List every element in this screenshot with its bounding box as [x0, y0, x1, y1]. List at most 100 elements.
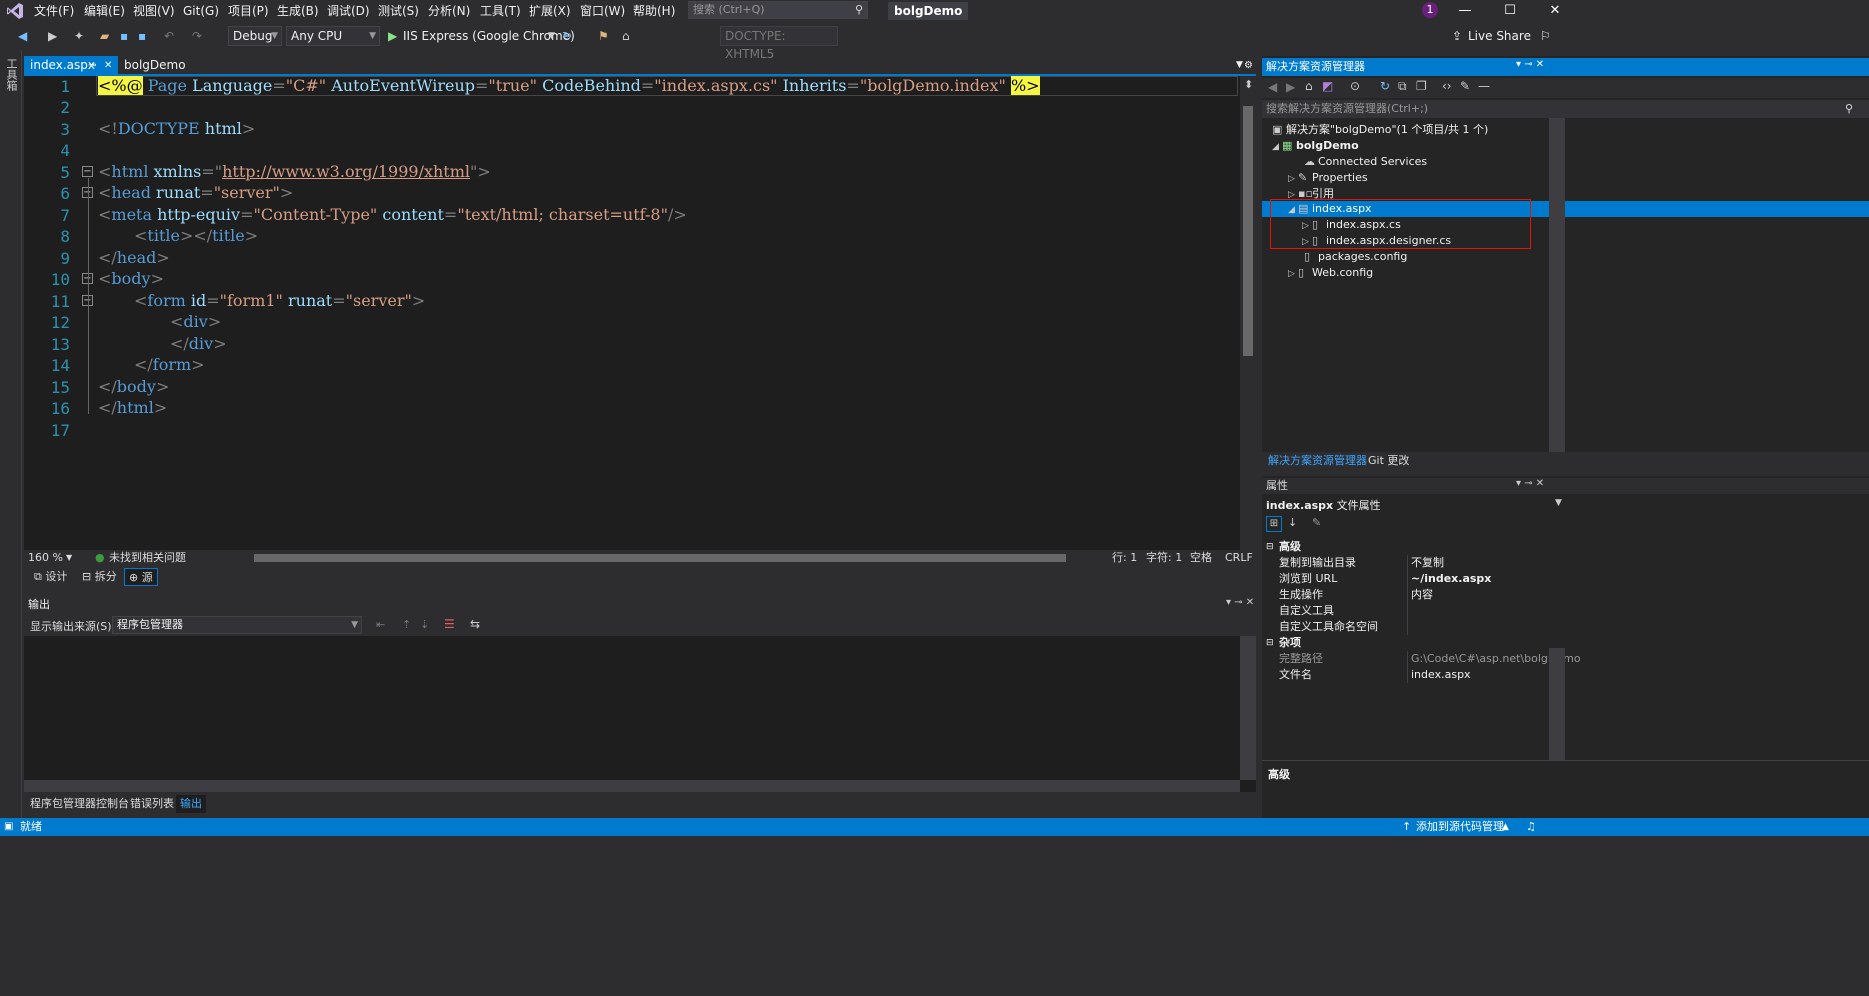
- menu-file[interactable]: 文件(F): [34, 0, 74, 22]
- pin-icon[interactable]: ⊸: [88, 56, 96, 75]
- pin-icon[interactable]: ▾ ⊸ ✕: [1516, 59, 1544, 70]
- tab-project-bolgdemo[interactable]: bolgDemo: [118, 56, 192, 75]
- tab-package-manager-console[interactable]: 程序包管理器控制台: [26, 795, 133, 813]
- split-view-button[interactable]: ⊟ 拆分: [78, 568, 121, 586]
- chevron-down-icon[interactable]: ▼: [1555, 498, 1562, 508]
- scroll-thumb[interactable]: [1243, 106, 1253, 356]
- gear-icon[interactable]: ⚙: [1244, 56, 1253, 75]
- tree-item-index-aspx-cs[interactable]: ▷ ▯ index.aspx.cs: [1262, 217, 1401, 233]
- pin-icon[interactable]: ▾ ⊸ ✕: [1516, 478, 1544, 489]
- property-row[interactable]: 自定义工具命名空间: [1262, 619, 1869, 635]
- refresh-icon[interactable]: ↻: [1380, 79, 1390, 93]
- start-debug-icon[interactable]: ▶: [388, 26, 397, 46]
- menu-git[interactable]: Git(G): [183, 0, 219, 22]
- close-icon[interactable]: ✕: [1535, 0, 1575, 22]
- menu-extensions[interactable]: 扩展(X): [529, 0, 571, 22]
- tree-item-connected-services[interactable]: ☁ Connected Services: [1262, 154, 1427, 170]
- tree-item-index-aspx-designer-cs[interactable]: ▷ ▯ index.aspx.designer.cs: [1262, 233, 1451, 249]
- add-to-source-control-button[interactable]: 添加到源代码管理: [1416, 818, 1504, 836]
- global-search-input[interactable]: 搜索 (Ctrl+Q) ⚲: [688, 1, 868, 19]
- preview-icon[interactable]: —: [1478, 79, 1490, 93]
- menu-analyze[interactable]: 分析(N): [428, 0, 470, 22]
- home-icon[interactable]: ⌂: [1305, 79, 1313, 93]
- collapse-all-icon[interactable]: ⧉: [1398, 79, 1407, 94]
- back-icon[interactable]: ◀: [1268, 80, 1277, 94]
- property-row[interactable]: 文件名 index.aspx: [1262, 667, 1869, 683]
- tree-item-references[interactable]: ▷ ▪▫引用: [1262, 186, 1334, 202]
- output-source-select[interactable]: 程序包管理器 ▼: [112, 616, 362, 634]
- property-row[interactable]: 自定义工具: [1262, 603, 1869, 619]
- navigate-back-icon[interactable]: ◀: [18, 26, 27, 46]
- tree-item-index-aspx[interactable]: ◢ ▤ index.aspx: [1262, 201, 1372, 217]
- split-icon[interactable]: ⬍: [1244, 78, 1253, 91]
- property-row[interactable]: 生成操作 内容: [1262, 587, 1869, 603]
- new-project-icon[interactable]: ✦: [74, 26, 84, 46]
- find-message-icon[interactable]: ⇤: [376, 618, 385, 631]
- view-code-icon[interactable]: ‹›: [1442, 79, 1452, 93]
- close-icon[interactable]: ✕: [104, 56, 112, 75]
- tab-solution-explorer[interactable]: 解决方案资源管理器: [1264, 452, 1371, 470]
- next-message-icon[interactable]: ⇣: [420, 618, 429, 631]
- zoom-select[interactable]: 160 %: [28, 550, 63, 566]
- prev-message-icon[interactable]: ⇡: [402, 618, 411, 631]
- show-all-files-icon[interactable]: ❐: [1416, 79, 1427, 93]
- menu-edit[interactable]: 编辑(E): [84, 0, 125, 22]
- tree-item-web-config[interactable]: ▷ ▯ Web.config: [1262, 265, 1373, 281]
- switch-views-icon[interactable]: ◩: [1322, 79, 1333, 93]
- properties-object-selector[interactable]: index.aspx 文件属性: [1266, 497, 1381, 513]
- open-file-icon[interactable]: ▰: [100, 26, 109, 46]
- solution-explorer-scrollbar[interactable]: [1549, 118, 1565, 452]
- property-pages-icon[interactable]: ✎: [1312, 516, 1321, 529]
- property-row[interactable]: 完整路径 G:\Code\C#\asp.net\bolgDemo: [1262, 651, 1869, 667]
- menu-project[interactable]: 项目(P): [228, 0, 269, 22]
- doctype-select[interactable]: DOCTYPE: XHTML5: [720, 26, 838, 61]
- menu-build[interactable]: 生成(B): [277, 0, 319, 22]
- configuration-select[interactable]: Debug ▼: [228, 26, 282, 46]
- tab-git-changes[interactable]: Git 更改: [1364, 452, 1413, 470]
- solution-search-input[interactable]: 搜索解决方案资源管理器(Ctrl+;) ⚲: [1262, 100, 1869, 118]
- property-category-misc[interactable]: ⊟ 杂项: [1262, 635, 1869, 651]
- tree-item-properties[interactable]: ▷ ✎ Properties: [1262, 170, 1368, 186]
- property-row[interactable]: 复制到输出目录 不复制: [1262, 555, 1869, 571]
- toolbox-tab[interactable]: 工具箱: [3, 58, 19, 91]
- redo-icon[interactable]: ↷: [192, 26, 202, 46]
- maximize-icon[interactable]: ☐: [1490, 0, 1530, 22]
- tree-item-solution[interactable]: ▣ 解决方案"bolgDemo"(1 个项目/共 1 个): [1262, 122, 1488, 138]
- navigate-forward-icon[interactable]: ▶: [48, 26, 57, 46]
- live-share-button[interactable]: Live Share: [1468, 26, 1531, 46]
- editor-vertical-scrollbar[interactable]: ⬍: [1240, 76, 1256, 550]
- undo-icon[interactable]: ↶: [164, 26, 174, 46]
- menu-help[interactable]: 帮助(H): [633, 0, 675, 22]
- pin-icon[interactable]: ▾ ⊸ ✕: [1226, 597, 1254, 608]
- menu-window[interactable]: 窗口(W): [580, 0, 625, 22]
- forward-icon[interactable]: ▶: [1286, 80, 1295, 94]
- save-icon[interactable]: ▪: [120, 26, 128, 46]
- output-horizontal-scrollbar[interactable]: [24, 780, 1240, 792]
- menu-tools[interactable]: 工具(T): [480, 0, 521, 22]
- share-icon[interactable]: ⇪: [1452, 26, 1462, 46]
- tab-index-aspx[interactable]: index.aspx ⊸ ✕: [24, 56, 118, 75]
- pending-changes-icon[interactable]: ⊙: [1350, 79, 1360, 93]
- clear-all-icon[interactable]: ☰: [444, 617, 455, 631]
- word-wrap-icon[interactable]: ⇆: [470, 617, 480, 631]
- tree-item-project[interactable]: ◢ ▦ bolgDemo: [1262, 138, 1359, 154]
- property-row[interactable]: 浏览到 URL ~/index.aspx: [1262, 571, 1869, 587]
- platform-select[interactable]: Any CPU ▼: [286, 26, 380, 46]
- chevron-down-icon[interactable]: ▼: [548, 26, 555, 46]
- categorized-icon[interactable]: ⊞: [1266, 516, 1282, 532]
- fold-collapse-icon[interactable]: −: [82, 166, 93, 177]
- bell-icon[interactable]: ♫: [1526, 818, 1536, 836]
- camera-icon[interactable]: ⌂: [622, 26, 630, 46]
- refresh-icon[interactable]: ↻: [562, 26, 572, 46]
- feedback-icon[interactable]: ⚐: [1540, 26, 1551, 46]
- source-view-button[interactable]: ⊕ 源: [124, 568, 158, 586]
- tab-error-list[interactable]: 错误列表: [126, 795, 178, 813]
- minimize-icon[interactable]: —: [1445, 0, 1485, 22]
- properties-wrench-icon[interactable]: ✎: [1460, 79, 1470, 93]
- chevron-down-icon[interactable]: ▼: [66, 550, 72, 566]
- menu-view[interactable]: 视图(V): [133, 0, 175, 22]
- output-vertical-scrollbar[interactable]: [1240, 636, 1256, 780]
- notification-badge[interactable]: 1: [1422, 2, 1438, 18]
- menu-debug[interactable]: 调试(D): [327, 0, 370, 22]
- menu-test[interactable]: 测试(S): [378, 0, 419, 22]
